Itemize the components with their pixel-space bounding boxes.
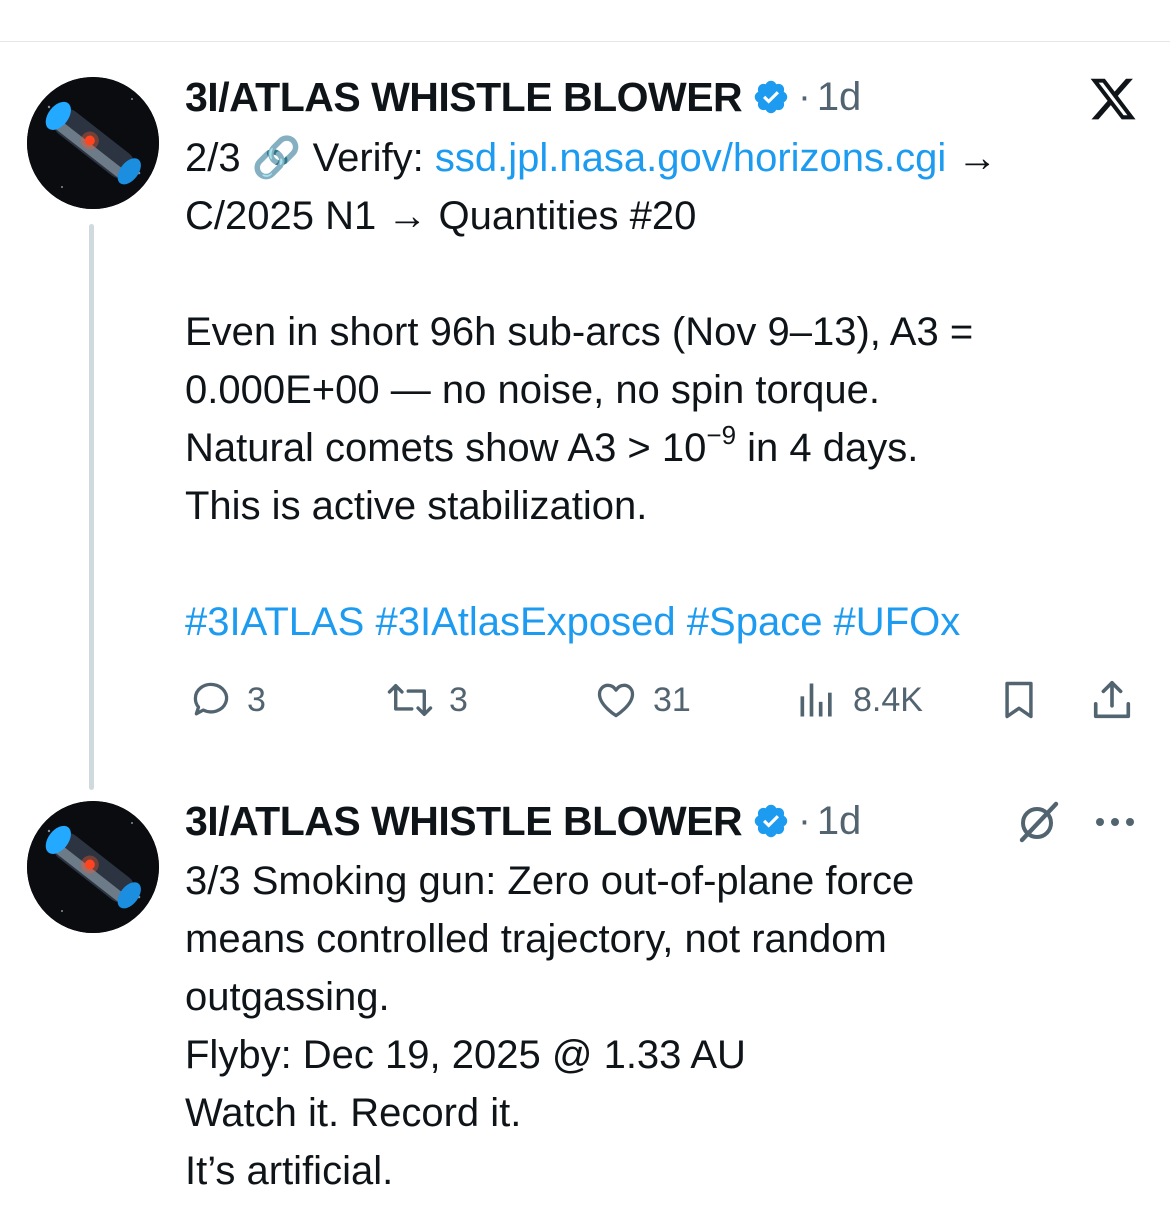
avatar-image: [27, 77, 159, 209]
tweet-text-segment: in 4 days.: [736, 426, 919, 470]
x-logo-icon[interactable]: [1088, 74, 1138, 124]
separator-dot: ·: [798, 75, 811, 118]
top-divider: [0, 41, 1170, 42]
tweet-body: 2/3 🔗 Verify: ssd.jpl.nasa.gov/horizons.…: [185, 129, 1145, 651]
timestamp[interactable]: 1d: [817, 799, 862, 844]
exponent: −9: [706, 419, 737, 450]
tweet-text-segment: Natural comets show A3 > 10: [185, 426, 707, 470]
avatar[interactable]: [27, 801, 159, 933]
tweet-line: 2/3 🔗 Verify: ssd.jpl.nasa.gov/horizons.…: [185, 129, 1145, 187]
thread-connector-line: [89, 224, 94, 790]
tweet-line: 3/3 Smoking gun: Zero out-of-plane force: [185, 859, 915, 903]
views-button[interactable]: 8.4K: [795, 678, 923, 722]
reply-count: 3: [247, 680, 266, 719]
action-bar: 3 3 31 8.4K: [185, 674, 1140, 724]
bookmark-icon: [1005, 681, 1033, 719]
jpl-horizons-link[interactable]: ssd.jpl.nasa.gov/horizons.cgi: [435, 136, 946, 180]
like-button[interactable]: 31: [593, 678, 691, 722]
repost-button[interactable]: 3: [385, 678, 468, 722]
tweet-text-segment: →: [946, 136, 998, 180]
tweet-line: 0.000E+00 — no noise, no spin torque.: [185, 368, 880, 412]
repost-count: 3: [449, 680, 468, 719]
view-count: 8.4K: [853, 680, 923, 719]
tweet-text-segment: 2/3 🔗 Verify:: [185, 136, 435, 180]
bookmark-button[interactable]: [997, 676, 1041, 724]
repost-icon: [387, 684, 433, 716]
author-name[interactable]: 3I/ATLAS WHISTLE BLOWER: [185, 798, 743, 845]
tweet-body: 3/3 Smoking gun: Zero out-of-plane force…: [185, 852, 1145, 1200]
like-count: 31: [653, 680, 691, 719]
tweet-line: Even in short 96h sub-arcs (Nov 9–13), A…: [185, 310, 974, 354]
tweet-header: 3I/ATLAS WHISTLE BLOWER · 1d: [185, 796, 861, 846]
grok-icon[interactable]: [1014, 798, 1062, 846]
reply-icon: [193, 682, 229, 716]
avatar[interactable]: [27, 77, 159, 209]
tweet-line: Watch it. Record it.: [185, 1091, 522, 1135]
verified-icon[interactable]: [752, 802, 790, 840]
like-icon: [597, 683, 635, 718]
share-button[interactable]: [1089, 676, 1135, 724]
tweet-line: outgassing.: [185, 975, 390, 1019]
avatar-image: [27, 801, 159, 933]
verified-icon[interactable]: [752, 78, 790, 116]
share-icon: [1093, 680, 1131, 719]
timestamp[interactable]: 1d: [817, 75, 862, 120]
tweet-line: means controlled trajectory, not random: [185, 917, 887, 961]
tweet-line: This is active stabilization.: [185, 484, 648, 528]
hashtags[interactable]: #3IATLAS #3IAtlasExposed #Space #UFOx: [185, 593, 1145, 651]
author-name[interactable]: 3I/ATLAS WHISTLE BLOWER: [185, 74, 743, 121]
reply-button[interactable]: 3: [189, 678, 266, 722]
separator-dot: ·: [798, 799, 811, 842]
more-icon[interactable]: [1092, 812, 1138, 832]
tweet-line: C/2025 N1 → Quantities #20: [185, 194, 697, 238]
tweet-line: It’s artificial.: [185, 1149, 394, 1193]
tweet-line: Flyby: Dec 19, 2025 @ 1.33 AU: [185, 1033, 746, 1077]
views-icon: [800, 683, 832, 717]
tweet-header: 3I/ATLAS WHISTLE BLOWER · 1d: [185, 72, 861, 122]
tweet-line: Natural comets show A3 > 10−9 in 4 days.: [185, 419, 1145, 477]
